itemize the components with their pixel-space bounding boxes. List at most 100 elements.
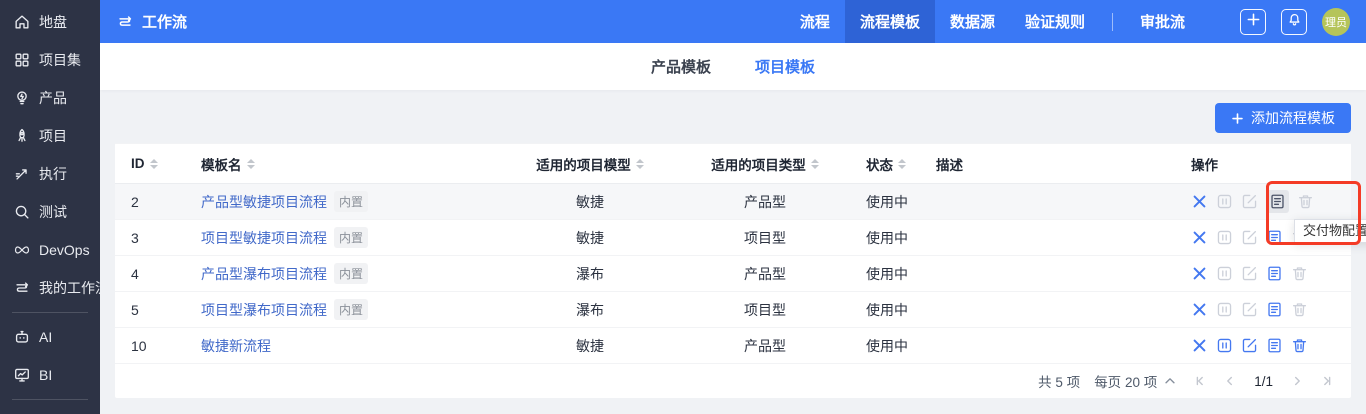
- sidebar-item-label: 产品: [39, 88, 67, 108]
- sidebar-item-test[interactable]: 测试: [0, 193, 100, 231]
- sidebar-item-product[interactable]: 产品: [0, 79, 100, 117]
- column-header-name[interactable]: 模板名: [185, 144, 500, 184]
- infinity-icon: [13, 241, 31, 259]
- tab-project-template[interactable]: 项目模板: [755, 56, 815, 77]
- sidebar: 地盘项目集产品项目执行测试 DevOps 我的工作流 AIBI: [0, 0, 100, 414]
- cell-id: 4: [115, 256, 185, 292]
- column-header-status[interactable]: 状态: [850, 144, 920, 184]
- delete-icon[interactable]: [1291, 337, 1308, 354]
- nav-item-approval-flow[interactable]: 审批流: [1125, 0, 1200, 43]
- cell-template-name: 项目型敏捷项目流程内置: [185, 220, 500, 256]
- prev-page-icon[interactable]: [1222, 373, 1238, 389]
- template-name-link[interactable]: 敏捷新流程: [201, 338, 271, 354]
- deliverable-icon[interactable]: [1266, 229, 1283, 246]
- edit-icon[interactable]: [1241, 337, 1258, 354]
- template-name-link[interactable]: 产品型瀑布项目流程: [201, 266, 327, 282]
- run-icon: [13, 165, 31, 183]
- column-header-id[interactable]: ID: [115, 144, 185, 184]
- pause-icon: [1216, 193, 1233, 210]
- design-icon[interactable]: [1191, 229, 1208, 246]
- sidebar-divider: [12, 399, 88, 400]
- nav-item-process-template[interactable]: 流程模板: [845, 0, 935, 43]
- monitor-icon: [13, 366, 31, 384]
- builtin-badge: 内置: [334, 227, 368, 248]
- avatar[interactable]: 理员: [1322, 8, 1350, 36]
- search-icon: [13, 203, 31, 221]
- nav-item-validation-rule[interactable]: 验证规则: [1010, 0, 1100, 43]
- sidebar-item-label: DevOps: [39, 242, 90, 258]
- sort-caret-icon[interactable]: [898, 159, 906, 169]
- cell-template-name: 产品型瀑布项目流程内置: [185, 256, 500, 292]
- bell-icon: [1287, 12, 1302, 32]
- cell-status: 使用中: [850, 220, 920, 256]
- cell-project-type: 项目型: [680, 220, 850, 256]
- column-label: 状态: [866, 154, 893, 174]
- tab-product-template[interactable]: 产品模板: [651, 56, 711, 77]
- nav-item-data-source[interactable]: 数据源: [935, 0, 1010, 43]
- page-size-selector[interactable]: 每页 20 项: [1094, 371, 1178, 391]
- nav-divider: [1112, 13, 1113, 31]
- template-name-link[interactable]: 项目型敏捷项目流程: [201, 230, 327, 246]
- cell-status: 使用中: [850, 292, 920, 328]
- column-header-type[interactable]: 适用的项目类型: [680, 144, 850, 184]
- deliverable-tooltip: 交付物配置: [1294, 219, 1366, 243]
- pause-icon: [1216, 229, 1233, 246]
- create-button[interactable]: [1240, 9, 1266, 35]
- sidebar-item-execute[interactable]: 执行: [0, 155, 100, 193]
- next-page-icon[interactable]: [1289, 373, 1305, 389]
- delete-icon: [1297, 193, 1314, 210]
- deliverable-icon[interactable]: [1266, 190, 1289, 213]
- deliverable-icon[interactable]: [1266, 265, 1283, 282]
- design-icon[interactable]: [1191, 193, 1208, 210]
- sidebar-item-devops[interactable]: DevOps: [0, 231, 100, 269]
- cell-project-model: 瀑布: [500, 256, 680, 292]
- add-template-button[interactable]: 添加流程模板: [1215, 103, 1351, 133]
- chevron-up-icon: [1162, 373, 1178, 389]
- template-name-link[interactable]: 项目型瀑布项目流程: [201, 302, 327, 318]
- template-table-card: ID模板名适用的项目模型 适用的项目类型 状态 描述 操作 2产品型敏捷项目流程内置敏捷…: [115, 143, 1351, 398]
- sidebar-item-ai[interactable]: AI: [0, 318, 100, 356]
- design-icon[interactable]: [1191, 301, 1208, 318]
- pause-icon[interactable]: [1216, 337, 1233, 354]
- column-label: 描述: [936, 154, 963, 174]
- sidebar-item-bi[interactable]: BI: [0, 356, 100, 394]
- sidebar-item-home[interactable]: 地盘: [0, 3, 100, 41]
- sidebar-item-label: 地盘: [39, 12, 67, 32]
- sort-caret-icon[interactable]: [247, 159, 255, 169]
- last-page-icon[interactable]: [1319, 373, 1335, 389]
- table-header-row: ID模板名适用的项目模型 适用的项目类型 状态 描述 操作: [115, 144, 1351, 184]
- cell-project-type: 项目型: [680, 292, 850, 328]
- design-icon[interactable]: [1191, 337, 1208, 354]
- table-row: 2产品型敏捷项目流程内置敏捷产品型使用中: [115, 184, 1351, 220]
- cell-operations: [1175, 256, 1351, 292]
- first-page-icon[interactable]: [1192, 373, 1208, 389]
- main-content: 添加流程模板 ID模板名适用的项目模型 适用的项目类型 状态 描述 操作 2产品型敏捷项…: [100, 90, 1366, 414]
- cell-status: 使用中: [850, 256, 920, 292]
- nav-item-process[interactable]: 流程: [785, 0, 845, 43]
- column-header-model[interactable]: 适用的项目模型: [500, 144, 680, 184]
- notifications-button[interactable]: [1281, 9, 1307, 35]
- sidebar-item-project[interactable]: 项目: [0, 117, 100, 155]
- template-name-link[interactable]: 产品型敏捷项目流程: [201, 194, 327, 210]
- cell-description: [920, 328, 1175, 364]
- design-icon[interactable]: [1191, 265, 1208, 282]
- delete-icon: [1291, 301, 1308, 318]
- sidebar-item-my-workflow[interactable]: 我的工作流: [0, 269, 100, 307]
- cell-id: 5: [115, 292, 185, 328]
- pause-icon: [1216, 301, 1233, 318]
- column-label: 操作: [1191, 154, 1218, 174]
- cell-project-type: 产品型: [680, 328, 850, 364]
- sort-caret-icon[interactable]: [636, 159, 644, 169]
- sort-caret-icon[interactable]: [150, 159, 158, 169]
- cell-operations: [1175, 292, 1351, 328]
- delete-icon: [1291, 265, 1308, 282]
- table-body: 2产品型敏捷项目流程内置敏捷产品型使用中3项目型敏捷项目流程内置敏捷项目型使用中…: [115, 184, 1351, 364]
- bulb-icon: [13, 89, 31, 107]
- column-header-description: 描述: [920, 144, 1175, 184]
- sort-caret-icon[interactable]: [811, 159, 819, 169]
- deliverable-icon[interactable]: [1266, 337, 1283, 354]
- sidebar-item-project-set[interactable]: 项目集: [0, 41, 100, 79]
- column-label: 适用的项目类型: [711, 154, 806, 174]
- cell-status: 使用中: [850, 184, 920, 220]
- deliverable-icon[interactable]: [1266, 301, 1283, 318]
